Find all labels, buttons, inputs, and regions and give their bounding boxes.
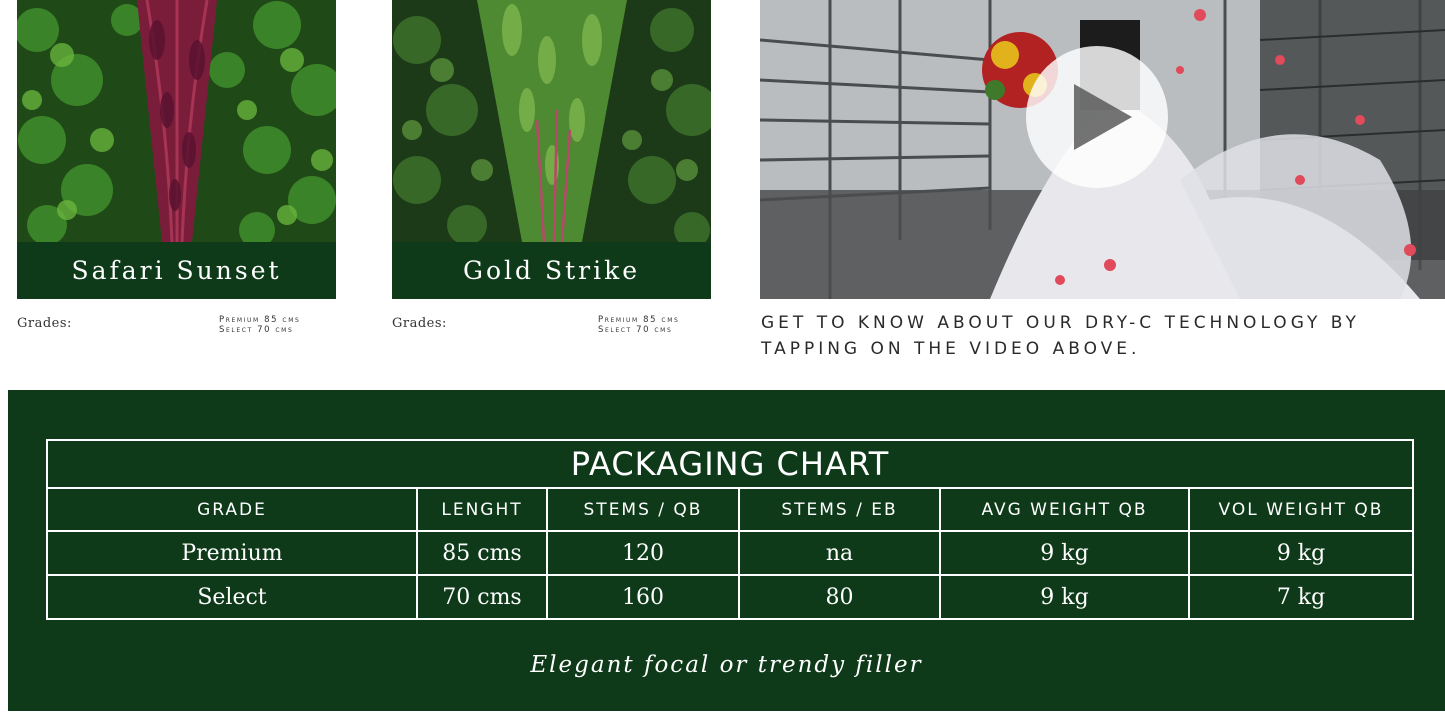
grade-select: Select 70 cms <box>219 325 294 335</box>
table-cell: na <box>738 530 941 576</box>
column-header-stems-qb: STEMS / QB <box>546 487 740 532</box>
tagline: Elegant focal or trendy filler <box>530 652 923 678</box>
grades-info: Grades: Premium 85 cms Select 70 cms <box>392 315 711 355</box>
table-cell: 70 cms <box>416 574 548 620</box>
video-caption: Get to know about our Dry-C technology b… <box>761 313 1360 359</box>
table-cell: 9 kg <box>1187 530 1415 576</box>
product-name[interactable]: Gold Strike <box>392 242 711 299</box>
grade-premium: Premium 85 cms <box>219 315 301 325</box>
column-header-length: LENGHT <box>416 487 548 532</box>
table-cell: 9 kg <box>939 574 1190 620</box>
grades-values: Premium 85 cms Select 70 cms <box>219 315 300 335</box>
product-card-gold-strike[interactable]: Gold Strike Grades: Premium 85 cms Selec… <box>392 0 711 355</box>
table-header-row: GRADE LENGHT STEMS / QB STEMS / EB AVG W… <box>46 487 1415 532</box>
page: Safari Sunset Grades: Premium 85 cms Sel… <box>0 0 1445 726</box>
product-photo-gold-strike[interactable] <box>392 0 711 242</box>
dry-c-video[interactable] <box>760 0 1445 299</box>
table-cell: 80 <box>738 574 941 620</box>
column-header-vol-weight-qb: VOL WEIGHT QB <box>1187 487 1415 532</box>
table-row: Premium 85 cms 120 na 9 kg 9 kg <box>46 530 1415 576</box>
table-row: Select 70 cms 160 80 9 kg 7 kg <box>46 574 1415 620</box>
grade-select: Select 70 cms <box>598 325 673 335</box>
product-name[interactable]: Safari Sunset <box>17 242 336 299</box>
column-header-grade: GRADE <box>46 487 418 532</box>
play-button[interactable] <box>1026 46 1168 188</box>
column-header-avg-weight-qb: AVG WEIGHT QB <box>939 487 1190 532</box>
table-cell: Premium <box>46 530 418 576</box>
table-cell: 160 <box>546 574 740 620</box>
grades-values: Premium 85 cms Select 70 cms <box>598 315 679 335</box>
column-header-stems-eb: STEMS / EB <box>738 487 941 532</box>
product-card-safari-sunset[interactable]: Safari Sunset Grades: Premium 85 cms Sel… <box>17 0 336 355</box>
grades-info: Grades: Premium 85 cms Select 70 cms <box>17 315 336 355</box>
table-cell: 7 kg <box>1187 574 1415 620</box>
safari-sunset-image <box>17 0 336 242</box>
table-cell: Select <box>46 574 418 620</box>
packaging-chart-table: PACKAGING CHART GRADE LENGHT STEMS / QB … <box>45 439 1415 620</box>
grade-premium: Premium 85 cms <box>598 315 680 325</box>
packaging-chart-title: PACKAGING CHART <box>45 439 1415 489</box>
play-icon[interactable] <box>1074 84 1132 150</box>
table-cell: 85 cms <box>416 530 548 576</box>
product-photo-safari-sunset[interactable] <box>17 0 336 242</box>
table-cell: 120 <box>546 530 740 576</box>
grades-label: Grades: <box>392 316 447 331</box>
gold-strike-image <box>392 0 711 242</box>
table-cell: 9 kg <box>939 530 1190 576</box>
packaging-section: PACKAGING CHART GRADE LENGHT STEMS / QB … <box>8 390 1445 711</box>
grades-label: Grades: <box>17 316 72 331</box>
